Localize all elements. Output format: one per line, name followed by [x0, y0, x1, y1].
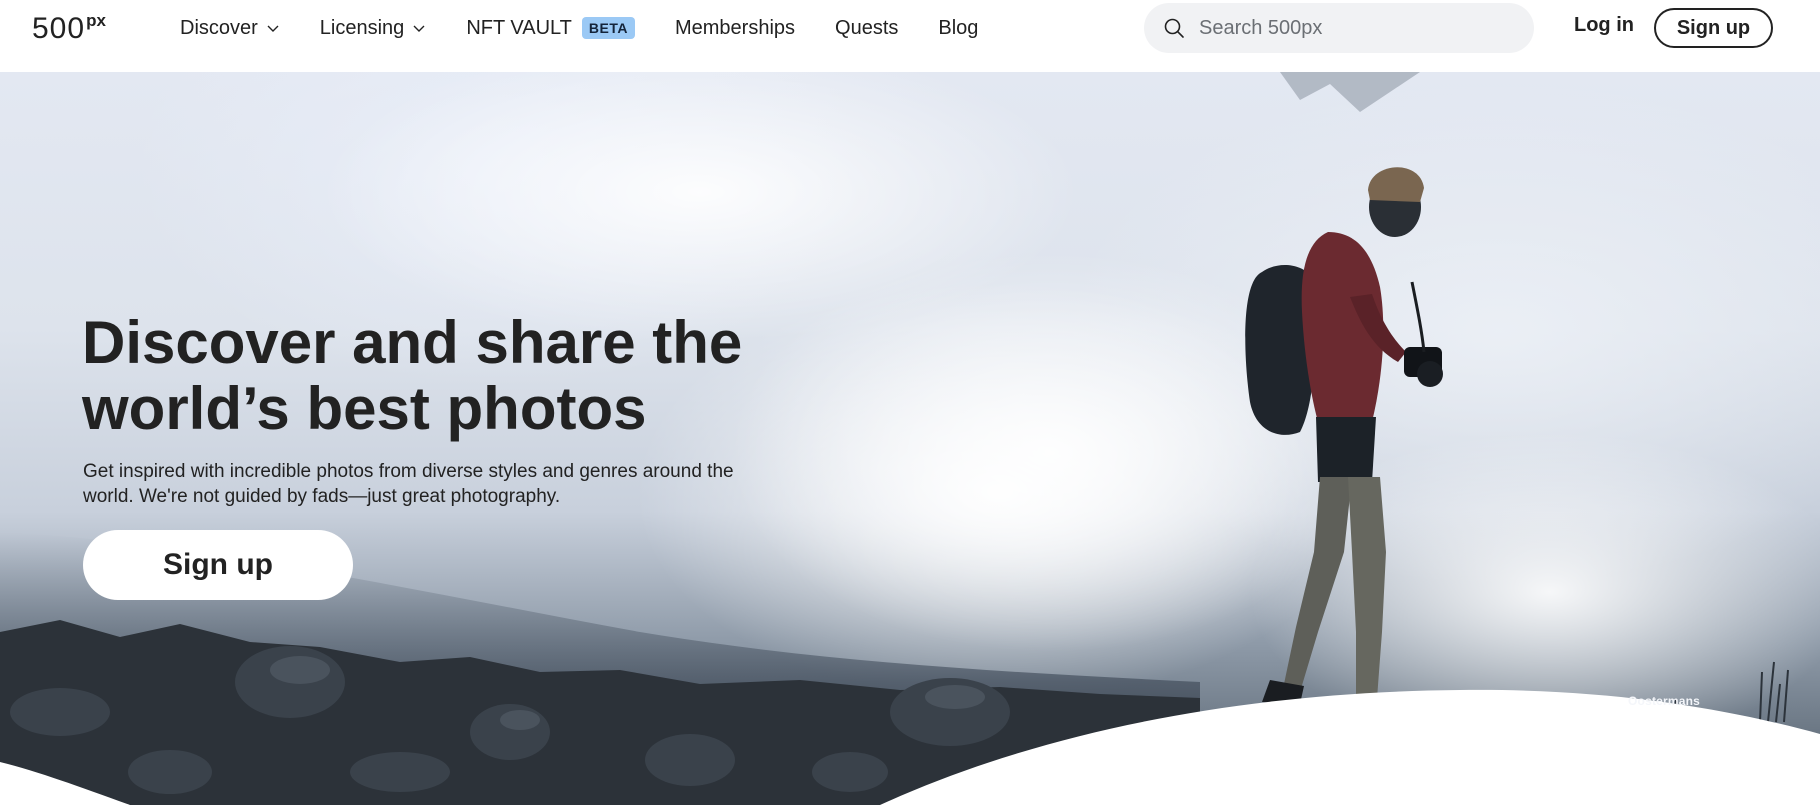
nav-nft-vault[interactable]: NFT VAULT BETA — [466, 17, 635, 40]
nav-discover-label: Discover — [180, 16, 258, 39]
search-bar[interactable] — [1144, 3, 1534, 53]
logo-superscript: px — [86, 11, 106, 30]
500px-logo[interactable]: 500 px — [32, 11, 106, 45]
nav-discover[interactable]: Discover — [180, 17, 280, 40]
hero-subtitle-line-2: world. We're not guided by fads—just gre… — [83, 486, 561, 507]
photo-credit[interactable]: Oostermans — [1628, 694, 1700, 708]
chevron-down-icon — [413, 25, 425, 32]
main-nav: Discover Licensing NFT VAULT BETA Member… — [180, 0, 1018, 56]
nav-blog[interactable]: Blog — [938, 17, 978, 40]
hero-subtitle-line-1: Get inspired with incredible photos from… — [83, 461, 734, 482]
beta-badge: BETA — [581, 17, 635, 39]
search-icon — [1164, 18, 1184, 38]
login-link[interactable]: Log in — [1574, 14, 1634, 37]
hero-title: Discover and share the world’s best phot… — [82, 310, 842, 442]
signup-button-header[interactable]: Sign up — [1654, 8, 1773, 48]
nav-memberships[interactable]: Memberships — [675, 17, 795, 40]
hero-signup-button[interactable]: Sign up — [83, 530, 353, 600]
top-navigation-bar: 500 px Discover Licensing NFT VAULT BETA… — [0, 0, 1820, 72]
hero-title-line-1: Discover and share the — [82, 309, 743, 376]
hero-subtitle: Get inspired with incredible photos from… — [83, 459, 783, 509]
nav-licensing[interactable]: Licensing — [320, 17, 427, 40]
nav-quests[interactable]: Quests — [835, 17, 898, 40]
nav-licensing-label: Licensing — [319, 16, 405, 39]
logo-text: 500 — [32, 12, 86, 45]
nav-nft-vault-label: NFT VAULT — [466, 16, 572, 39]
hero-section: Discover and share the world’s best phot… — [0, 72, 1820, 805]
chevron-down-icon — [267, 25, 279, 32]
search-input[interactable] — [1199, 16, 1499, 40]
hero-title-line-2: world’s best photos — [82, 375, 647, 442]
